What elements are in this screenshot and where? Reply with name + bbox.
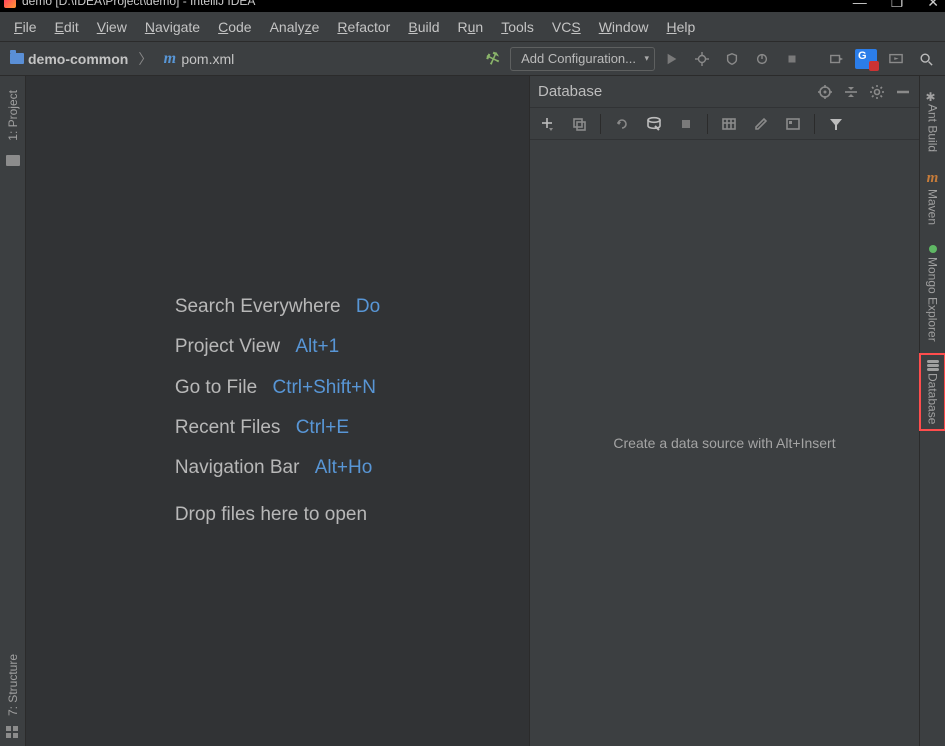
maven-file-icon: m: [162, 51, 177, 66]
add-icon[interactable]: [536, 113, 558, 135]
run-configuration-dropdown[interactable]: Add Configuration...: [510, 47, 655, 71]
main-menu-bar: File Edit View Navigate Code Analyze Ref…: [0, 12, 945, 42]
collapse-icon[interactable]: [843, 84, 859, 100]
toolbar-separator: [707, 114, 708, 134]
tip-recent-shortcut: Ctrl+E: [296, 417, 349, 438]
tool-tab-label: Ant Build: [926, 104, 940, 152]
gear-icon[interactable]: [869, 84, 885, 100]
translate-icon[interactable]: [853, 46, 879, 72]
tool-tab-label: Database: [926, 373, 940, 424]
debug-icon[interactable]: [689, 46, 715, 72]
copy-icon[interactable]: [568, 113, 590, 135]
ant-icon: [926, 88, 940, 102]
run-configuration-label: Add Configuration...: [521, 51, 636, 66]
menu-window[interactable]: Window: [591, 15, 657, 39]
maven-icon: m: [927, 170, 939, 187]
tip-project-label: Project View: [175, 336, 280, 357]
breadcrumb: demo-common 〉 m pom.xml: [6, 49, 474, 69]
database-title: Database: [538, 83, 602, 100]
tip-drop-label: Drop files here to open: [175, 504, 367, 525]
tool-tab-database[interactable]: Database: [920, 354, 945, 430]
menu-help[interactable]: Help: [659, 15, 704, 39]
screen-icon[interactable]: [883, 46, 909, 72]
database-body[interactable]: Create a data source with Alt+Insert: [530, 140, 919, 746]
profile-icon[interactable]: [749, 46, 775, 72]
database-header: Database: [530, 76, 919, 108]
tool-tab-label: Maven: [926, 189, 940, 225]
build-icon[interactable]: ⚒: [476, 42, 509, 75]
menu-navigate[interactable]: Navigate: [137, 15, 208, 39]
run-icon[interactable]: [659, 46, 685, 72]
menu-file[interactable]: File: [6, 15, 45, 39]
right-tool-strip: Ant Build m Maven Mongo Explorer Databas…: [919, 76, 945, 746]
folder-icon: [6, 155, 20, 166]
tip-recent-label: Recent Files: [175, 417, 281, 438]
refresh-icon[interactable]: [611, 113, 633, 135]
console-icon[interactable]: [782, 113, 804, 135]
tip-search-label: Search Everywhere: [175, 296, 341, 317]
breadcrumb-item-demo-common[interactable]: demo-common: [6, 49, 132, 69]
main-area: 1: Project 7: Structure Search Everywher…: [0, 76, 945, 746]
vcs-update-icon[interactable]: [823, 46, 849, 72]
stop-icon[interactable]: [779, 46, 805, 72]
toolbar-separator: [600, 114, 601, 134]
structure-icon: [6, 726, 20, 740]
menu-tools[interactable]: Tools: [493, 15, 542, 39]
tool-tab-label: Mongo Explorer: [926, 257, 940, 342]
window-title: demo [D:\IDEA\Project\demo] - IntelliJ I…: [22, 0, 255, 8]
menu-analyze[interactable]: Analyze: [262, 15, 328, 39]
tool-tab-project[interactable]: 1: Project: [6, 86, 20, 145]
tip-project-shortcut: Alt+1: [295, 336, 339, 357]
editor-tips: Search Everywhere Do Project View Alt+1 …: [175, 282, 380, 540]
folder-icon: [10, 53, 24, 64]
tip-gotofile-shortcut: Ctrl+Shift+N: [272, 377, 375, 398]
menu-vcs[interactable]: VCS: [544, 15, 589, 39]
chevron-right-icon: 〉: [136, 49, 154, 69]
tool-tab-ant-build[interactable]: Ant Build: [920, 82, 945, 158]
run-toolbar: ⚒ Add Configuration...: [480, 46, 939, 72]
tool-tab-mongo-explorer[interactable]: Mongo Explorer: [920, 237, 945, 348]
menu-view[interactable]: View: [89, 15, 135, 39]
table-icon[interactable]: [718, 113, 740, 135]
menu-build[interactable]: Build: [400, 15, 447, 39]
menu-code[interactable]: Code: [210, 15, 259, 39]
database-icon: [927, 360, 939, 371]
database-tool-window: Database: [529, 76, 919, 746]
breadcrumb-label: pom.xml: [181, 51, 234, 67]
tool-tab-structure[interactable]: 7: Structure: [6, 650, 20, 720]
app-logo-icon: [4, 0, 16, 8]
tip-navbar-label: Navigation Bar: [175, 457, 300, 478]
properties-icon[interactable]: [643, 113, 665, 135]
breadcrumb-item-pom[interactable]: m pom.xml: [158, 49, 238, 69]
edit-icon[interactable]: [750, 113, 772, 135]
database-toolbar: [530, 108, 919, 140]
window-titlebar: demo [D:\IDEA\Project\demo] - IntelliJ I…: [0, 0, 945, 12]
filter-icon[interactable]: [825, 113, 847, 135]
menu-refactor[interactable]: Refactor: [329, 15, 398, 39]
mongo-icon: [929, 245, 937, 253]
hide-icon[interactable]: [895, 84, 911, 100]
editor-empty-area[interactable]: Search Everywhere Do Project View Alt+1 …: [26, 76, 529, 746]
window-maximize-button[interactable]: ❐: [891, 0, 904, 11]
tip-navbar-shortcut: Alt+Ho: [315, 457, 373, 478]
toolbar-separator: [814, 114, 815, 134]
window-close-button[interactable]: ✕: [927, 0, 939, 11]
menu-run[interactable]: Run: [450, 15, 492, 39]
tip-gotofile-label: Go to File: [175, 377, 257, 398]
coverage-icon[interactable]: [719, 46, 745, 72]
tool-tab-maven[interactable]: m Maven: [920, 164, 945, 231]
breadcrumb-label: demo-common: [28, 51, 128, 67]
navigation-toolbar: demo-common 〉 m pom.xml ⚒ Add Configurat…: [0, 42, 945, 76]
left-tool-strip: 1: Project 7: Structure: [0, 76, 26, 746]
stop-icon[interactable]: [675, 113, 697, 135]
search-icon[interactable]: [913, 46, 939, 72]
tip-search-shortcut: Do: [356, 296, 380, 317]
window-minimize-button[interactable]: —: [853, 0, 867, 11]
locate-icon[interactable]: [817, 84, 833, 100]
database-hint: Create a data source with Alt+Insert: [613, 435, 835, 451]
menu-edit[interactable]: Edit: [47, 15, 87, 39]
